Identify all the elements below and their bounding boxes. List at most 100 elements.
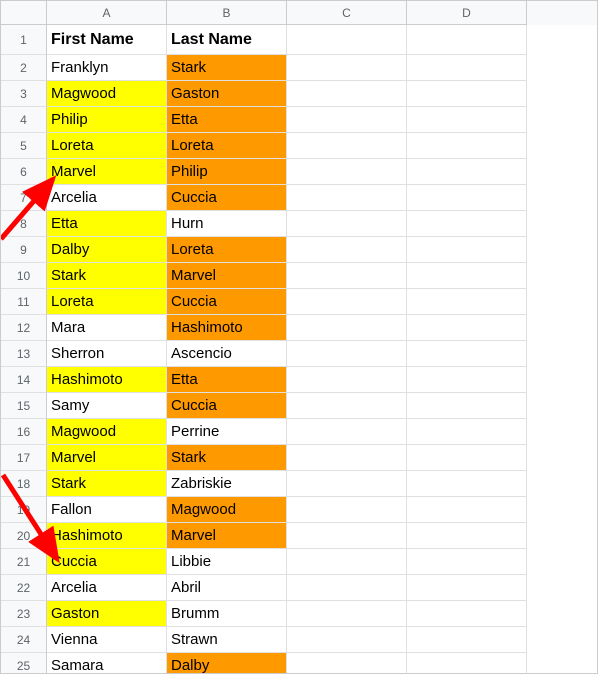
- table-cell[interactable]: [407, 471, 527, 497]
- column-header-D[interactable]: D: [407, 1, 527, 25]
- row-header[interactable]: 15: [1, 393, 47, 419]
- table-cell[interactable]: [407, 367, 527, 393]
- row-header[interactable]: 4: [1, 107, 47, 133]
- row-header[interactable]: 21: [1, 549, 47, 575]
- table-cell[interactable]: [287, 445, 407, 471]
- table-cell[interactable]: [287, 341, 407, 367]
- table-cell[interactable]: Etta: [47, 211, 167, 237]
- table-header-cell[interactable]: Last Name: [167, 25, 287, 55]
- row-header[interactable]: 18: [1, 471, 47, 497]
- row-header[interactable]: 7: [1, 185, 47, 211]
- row-header[interactable]: 13: [1, 341, 47, 367]
- table-cell[interactable]: Philip: [47, 107, 167, 133]
- row-header[interactable]: 16: [1, 419, 47, 445]
- table-cell[interactable]: Marvel: [47, 159, 167, 185]
- table-cell[interactable]: Stark: [47, 471, 167, 497]
- table-cell[interactable]: [407, 601, 527, 627]
- table-cell[interactable]: [407, 107, 527, 133]
- row-header[interactable]: 25: [1, 653, 47, 674]
- table-cell[interactable]: [287, 523, 407, 549]
- table-cell[interactable]: [407, 185, 527, 211]
- table-cell[interactable]: [407, 653, 527, 674]
- table-header-cell[interactable]: First Name: [47, 25, 167, 55]
- table-cell[interactable]: Marvel: [167, 523, 287, 549]
- row-header[interactable]: 2: [1, 55, 47, 81]
- table-cell[interactable]: [287, 185, 407, 211]
- table-cell[interactable]: Etta: [167, 367, 287, 393]
- table-cell[interactable]: Fallon: [47, 497, 167, 523]
- table-cell[interactable]: Loreta: [47, 289, 167, 315]
- table-cell[interactable]: Loreta: [167, 133, 287, 159]
- table-cell[interactable]: [287, 211, 407, 237]
- table-cell[interactable]: [407, 575, 527, 601]
- table-cell[interactable]: [407, 445, 527, 471]
- table-cell[interactable]: Cuccia: [47, 549, 167, 575]
- table-cell[interactable]: Samy: [47, 393, 167, 419]
- table-cell[interactable]: [287, 81, 407, 107]
- table-cell[interactable]: [287, 315, 407, 341]
- column-header-C[interactable]: C: [287, 1, 407, 25]
- table-cell[interactable]: Libbie: [167, 549, 287, 575]
- table-cell[interactable]: Samara: [47, 653, 167, 674]
- table-cell[interactable]: Brumm: [167, 601, 287, 627]
- table-cell[interactable]: Ascencio: [167, 341, 287, 367]
- table-cell[interactable]: [287, 393, 407, 419]
- table-cell[interactable]: Magwood: [167, 497, 287, 523]
- table-cell[interactable]: [287, 575, 407, 601]
- table-cell[interactable]: Dalby: [167, 653, 287, 674]
- table-cell[interactable]: [287, 419, 407, 445]
- table-cell[interactable]: Strawn: [167, 627, 287, 653]
- table-cell[interactable]: Vienna: [47, 627, 167, 653]
- table-cell[interactable]: [287, 263, 407, 289]
- table-cell[interactable]: [287, 55, 407, 81]
- table-cell[interactable]: [287, 367, 407, 393]
- table-cell[interactable]: Hashimoto: [167, 315, 287, 341]
- table-cell[interactable]: Etta: [167, 107, 287, 133]
- table-cell[interactable]: [407, 315, 527, 341]
- table-cell[interactable]: Zabriskie: [167, 471, 287, 497]
- table-cell[interactable]: Perrine: [167, 419, 287, 445]
- table-cell[interactable]: [407, 419, 527, 445]
- row-header[interactable]: 20: [1, 523, 47, 549]
- table-cell[interactable]: Loreta: [47, 133, 167, 159]
- table-cell[interactable]: [287, 497, 407, 523]
- table-cell[interactable]: [287, 471, 407, 497]
- table-cell[interactable]: Magwood: [47, 81, 167, 107]
- table-cell[interactable]: [287, 159, 407, 185]
- table-cell[interactable]: [287, 289, 407, 315]
- column-header-A[interactable]: A: [47, 1, 167, 25]
- row-header[interactable]: 14: [1, 367, 47, 393]
- table-cell[interactable]: Abril: [167, 575, 287, 601]
- table-cell[interactable]: [407, 25, 527, 55]
- table-cell[interactable]: [407, 497, 527, 523]
- table-cell[interactable]: [407, 263, 527, 289]
- table-cell[interactable]: [287, 237, 407, 263]
- table-cell[interactable]: [287, 627, 407, 653]
- table-cell[interactable]: Hashimoto: [47, 523, 167, 549]
- row-header[interactable]: 10: [1, 263, 47, 289]
- table-cell[interactable]: [287, 549, 407, 575]
- table-cell[interactable]: Stark: [167, 445, 287, 471]
- table-cell[interactable]: [287, 107, 407, 133]
- table-cell[interactable]: [407, 133, 527, 159]
- table-cell[interactable]: [407, 237, 527, 263]
- table-cell[interactable]: Hashimoto: [47, 367, 167, 393]
- row-header[interactable]: 8: [1, 211, 47, 237]
- row-header[interactable]: 6: [1, 159, 47, 185]
- table-cell[interactable]: Arcelia: [47, 185, 167, 211]
- table-cell[interactable]: [287, 601, 407, 627]
- table-cell[interactable]: [407, 627, 527, 653]
- table-cell[interactable]: [287, 653, 407, 674]
- table-cell[interactable]: Franklyn: [47, 55, 167, 81]
- row-header[interactable]: 1: [1, 25, 47, 55]
- table-cell[interactable]: [407, 211, 527, 237]
- table-cell[interactable]: [407, 289, 527, 315]
- table-cell[interactable]: Cuccia: [167, 289, 287, 315]
- table-cell[interactable]: Marvel: [167, 263, 287, 289]
- row-header[interactable]: 12: [1, 315, 47, 341]
- table-cell[interactable]: [407, 55, 527, 81]
- row-header[interactable]: 22: [1, 575, 47, 601]
- table-cell[interactable]: [407, 523, 527, 549]
- table-cell[interactable]: Sherron: [47, 341, 167, 367]
- row-header[interactable]: 19: [1, 497, 47, 523]
